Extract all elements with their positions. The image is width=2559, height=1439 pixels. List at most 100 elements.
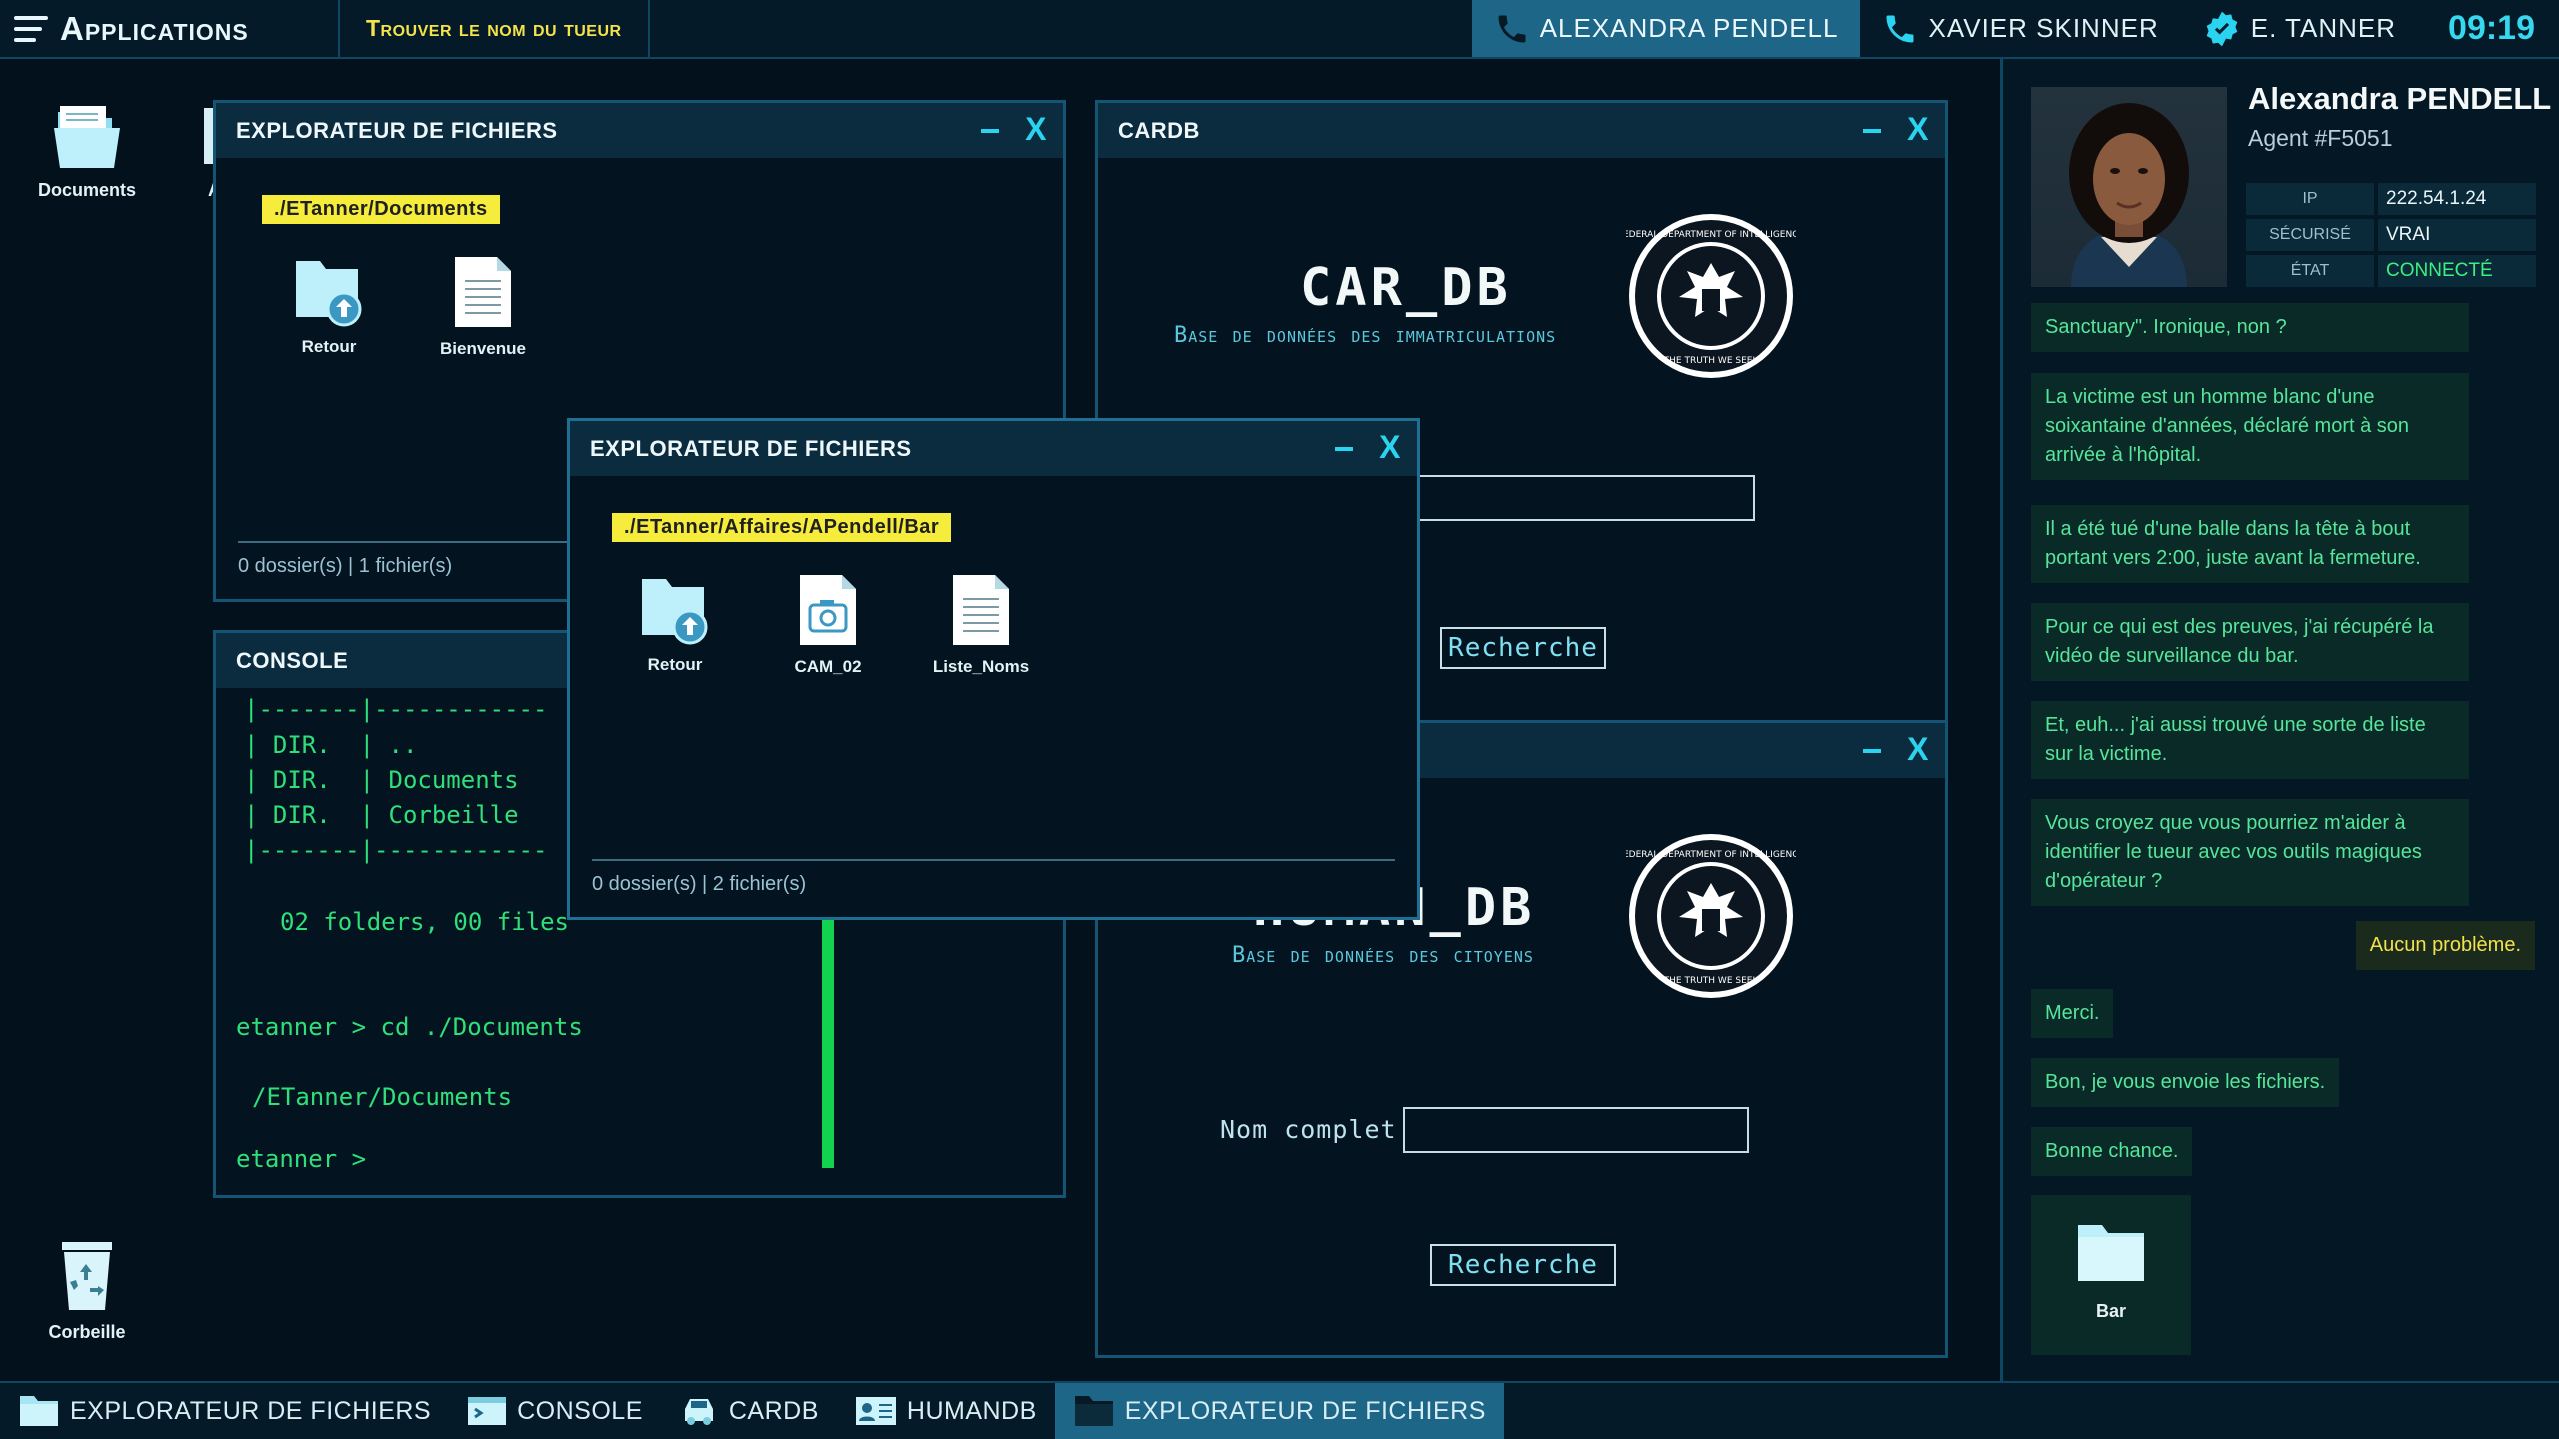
console-prompt[interactable]: etanner >	[236, 1145, 366, 1173]
agent-name: Alexandra PENDELL	[2248, 81, 2552, 116]
file-item-retour[interactable]: Retour	[610, 573, 740, 675]
file-item-bienvenue[interactable]: Bienvenue	[418, 255, 548, 359]
task-humandb[interactable]: HUMANDB	[837, 1383, 1055, 1439]
chat-message-sent: Aucun problème.	[2355, 921, 2535, 970]
chat-message: Pour ce qui est des preuves, j'ai récupé…	[2031, 603, 2469, 681]
minimize-icon[interactable]	[981, 129, 1000, 133]
explorer-title-bar[interactable]: EXPLORATEUR DE FICHIERS X	[570, 421, 1417, 476]
info-key: IP	[2246, 183, 2374, 215]
task-label: CONSOLE	[517, 1396, 643, 1425]
window-title: CONSOLE	[236, 647, 349, 673]
agent-avatar	[2031, 87, 2227, 287]
close-icon[interactable]: X	[1025, 113, 1047, 145]
recycle-bin-icon	[62, 1242, 112, 1310]
cardb-title-bar[interactable]: CARDB X	[1098, 103, 1945, 158]
file-label: Bienvenue	[440, 339, 526, 358]
contact-name: ALEXANDRA PENDELL	[1539, 13, 1839, 43]
file-label: Retour	[647, 655, 703, 674]
task-console[interactable]: CONSOLE	[449, 1383, 661, 1439]
chat-attachment-folder[interactable]: Bar	[2031, 1195, 2191, 1355]
file-explorer-window-focused[interactable]: EXPLORATEUR DE FICHIERS X ./ETanner/Affa…	[567, 418, 1420, 920]
file-label: Retour	[301, 337, 357, 356]
cardb-subtitle: Base de données des immatriculations	[1174, 323, 1557, 348]
camera-file-icon	[800, 575, 856, 645]
chat-message: Vous croyez que vous pourriez m'aider à …	[2031, 799, 2469, 906]
humandb-search-button[interactable]: Recherche	[1430, 1244, 1616, 1286]
document-icon	[953, 575, 1009, 645]
folder-icon	[2078, 1225, 2144, 1281]
applications-label: Applications	[60, 9, 249, 47]
console-line: 02 folders, 00 files	[280, 908, 569, 936]
mission-objective[interactable]: Trouver le nom du tueur	[340, 0, 650, 57]
info-value: 222.54.1.24	[2378, 183, 2536, 215]
folder-icon	[1074, 1396, 1113, 1426]
intelligence-seal-icon: FEDERAL DEPARTMENT OF INTELLIGENCE THE T…	[1626, 834, 1796, 998]
cardb-search-button[interactable]: Recherche	[1440, 627, 1606, 669]
info-key: SÉCURISÉ	[2246, 219, 2374, 251]
file-item-liste-noms[interactable]: Liste_Noms	[916, 573, 1046, 677]
task-file-explorer[interactable]: EXPLORATEUR DE FICHIERS	[0, 1383, 449, 1439]
window-title: CARDB	[1118, 117, 1200, 143]
contact-xavier-skinner[interactable]: XAVIER SKINNER	[1860, 0, 2180, 57]
humandb-subtitle: Base de données des citoyens	[1232, 943, 1534, 968]
info-value: VRAI	[2378, 219, 2536, 251]
full-name-input[interactable]	[1403, 1107, 1749, 1153]
folder-back-icon	[296, 261, 362, 327]
path-tag: ./ETanner/Documents	[262, 195, 500, 224]
console-line: | DIR. | ..	[244, 731, 418, 759]
console-line: |-------|------------	[244, 836, 548, 864]
taskbar: EXPLORATEUR DE FICHIERS CONSOLE CARDB HU…	[0, 1381, 2559, 1439]
chat-panel: Alexandra PENDELL Agent #F5051 IP 222.54…	[2000, 59, 2559, 1381]
contact-e-tanner[interactable]: E. TANNER	[2181, 0, 2418, 57]
info-row-state: ÉTAT CONNECTÉ	[2246, 255, 2536, 287]
minimize-icon[interactable]	[1335, 447, 1354, 451]
chat-message: Merci.	[2031, 989, 2114, 1038]
file-item-retour[interactable]: Retour	[264, 255, 394, 357]
path-tag: ./ETanner/Affaires/APendell/Bar	[612, 513, 952, 542]
close-icon[interactable]: X	[1379, 431, 1401, 463]
file-label: CAM_02	[794, 657, 862, 676]
desktop-documents[interactable]: Documents	[12, 100, 162, 201]
cardb-heading: CAR_DB	[1300, 258, 1512, 318]
car-icon	[684, 1399, 713, 1425]
plate-number-input[interactable]	[1415, 475, 1755, 521]
full-name-label: Nom complet	[1220, 1115, 1397, 1144]
chat-message: Bonne chance.	[2031, 1127, 2193, 1176]
close-icon[interactable]: X	[1907, 733, 1929, 765]
contact-name: XAVIER SKINNER	[1928, 13, 2159, 43]
seal-text: FEDERAL DEPARTMENT OF INTELLIGENCE	[1626, 850, 1796, 860]
task-label: CARDB	[728, 1396, 819, 1425]
chat-message: Et, euh... j'ai aussi trouvé une sorte d…	[2031, 701, 2469, 779]
window-title: EXPLORATEUR DE FICHIERS	[590, 435, 912, 461]
contact-alexandra-pendell[interactable]: ALEXANDRA PENDELL	[1471, 0, 1861, 57]
chat-message: La victime est un homme blanc d'une soix…	[2031, 373, 2469, 480]
file-label: Liste_Noms	[932, 657, 1030, 676]
task-file-explorer-active[interactable]: EXPLORATEUR DE FICHIERS	[1054, 1383, 1504, 1439]
console-line: | DIR. | Corbeille	[244, 801, 519, 829]
info-value: CONNECTÉ	[2378, 255, 2536, 287]
close-icon[interactable]: X	[1907, 113, 1929, 145]
intelligence-seal-icon: FEDERAL DEPARTMENT OF INTELLIGENCE THE T…	[1626, 214, 1796, 378]
clock: 09:19	[2448, 9, 2535, 47]
folder-icon	[54, 106, 120, 168]
explorer-title-bar[interactable]: EXPLORATEUR DE FICHIERS X	[216, 103, 1063, 158]
chat-message: Bon, je vous envoie les fichiers.	[2031, 1058, 2340, 1107]
desktop-icon-label: Corbeille	[48, 1322, 126, 1342]
id-card-icon	[855, 1397, 896, 1425]
task-cardb[interactable]: CARDB	[661, 1383, 837, 1439]
console-icon	[468, 1397, 507, 1425]
document-icon	[455, 257, 511, 327]
minimize-icon[interactable]	[1863, 129, 1882, 133]
desktop-recycle-bin[interactable]: Corbeille	[12, 1238, 162, 1343]
desktop-app[interactable]: A	[150, 100, 222, 201]
console-line: |-------|------------	[244, 695, 548, 723]
file-item-cam-02[interactable]: CAM_02	[763, 573, 893, 677]
minimize-icon[interactable]	[1863, 749, 1882, 753]
folder-icon	[20, 1396, 58, 1426]
contact-name: E. TANNER	[2250, 13, 2397, 43]
seal-text: FEDERAL DEPARTMENT OF INTELLIGENCE	[1626, 230, 1796, 240]
desktop-icon-label: Documents	[37, 180, 136, 200]
phone-icon	[1886, 15, 1914, 42]
applications-menu-button[interactable]: Applications	[0, 0, 340, 57]
task-label: HUMANDB	[906, 1396, 1037, 1425]
